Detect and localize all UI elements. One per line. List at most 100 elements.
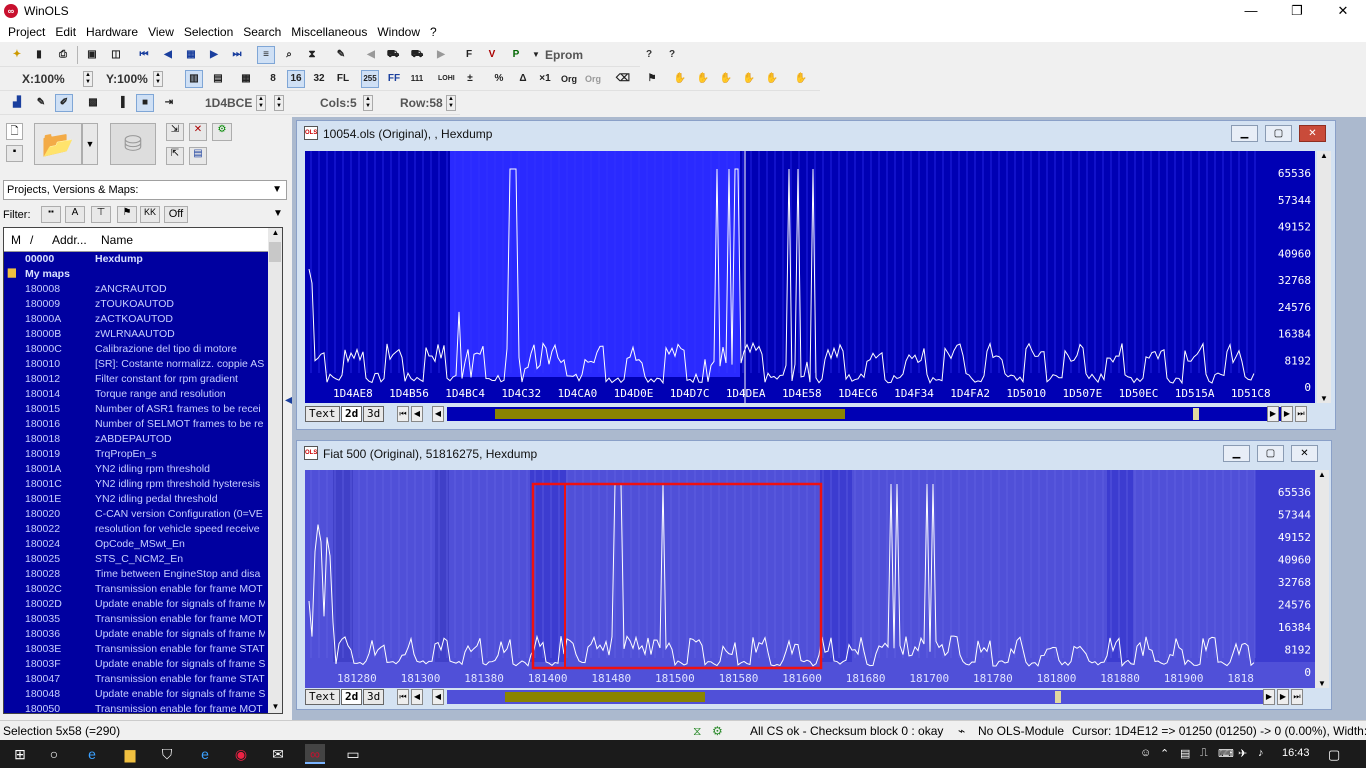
project-view-select[interactable]: Projects, Versions & Maps: ▼	[3, 180, 287, 200]
scroll-up-icon[interactable]: ▲	[1317, 151, 1331, 160]
windows-start-icon[interactable]: ⊞	[10, 744, 30, 764]
y-zoom-spinner[interactable]: ▲ ▼	[153, 71, 163, 87]
nav-next-icon[interactable]: ▶	[1277, 689, 1289, 705]
window-2-maximize-button[interactable]: ▢	[1257, 445, 1284, 462]
open-dropdown-icon[interactable]: ▼	[82, 123, 98, 165]
nav-prev-icon[interactable]: ◀	[411, 689, 423, 705]
tab-2d[interactable]: 2d	[341, 689, 363, 705]
dropdown-icon[interactable]: ▼	[527, 46, 545, 64]
map-list-item[interactable]: 180035 Transmission enable for frame MOT	[4, 612, 268, 627]
tab-3d[interactable]: 3d	[363, 406, 385, 422]
column-name[interactable]: Name	[101, 233, 133, 247]
back-icon[interactable]: ◀	[362, 46, 380, 64]
context-help-icon[interactable]: ?	[663, 46, 681, 64]
filter-bits-icon[interactable]: ▪▪	[41, 206, 61, 223]
color-icon[interactable]: ▩	[84, 94, 102, 112]
32bit-button[interactable]: 32	[310, 70, 328, 88]
filter-off-button[interactable]: Off	[164, 206, 188, 223]
address-spinner[interactable]: ▲ ▼	[256, 95, 266, 111]
mark4-icon[interactable]: ✋	[740, 70, 758, 88]
list-view-icon[interactable]: ≡	[257, 46, 275, 64]
nav-right-icon[interactable]: ▶	[1267, 406, 1279, 422]
flag-icon[interactable]: ⚑	[643, 70, 661, 88]
ie-icon[interactable]: e	[195, 744, 215, 764]
decimal-button[interactable]: 255	[361, 70, 379, 88]
map-list-item[interactable]: 180018 zABDEPAUTOD	[4, 432, 268, 447]
tools-x-icon[interactable]: ✕	[189, 123, 207, 141]
window-2-vscrollbar[interactable]: ▲ ▼	[1315, 470, 1329, 688]
hourglass-icon[interactable]: ⧗	[303, 46, 321, 64]
restore-button[interactable]: ❐	[1274, 0, 1320, 22]
address-spinner-2[interactable]: ▲ ▼	[274, 95, 284, 111]
hexdump-chart-2[interactable]: 65536 57344 49152 40960 32768 24576 16384 8192 0…	[305, 470, 1315, 688]
car-icon[interactable]: ⛟	[384, 46, 402, 64]
sign-icon[interactable]: ±	[461, 70, 479, 88]
save-icon[interactable]: ▪	[6, 145, 23, 162]
nav-left-icon[interactable]: ◀	[432, 406, 444, 422]
wand-icon[interactable]: ✦	[8, 46, 26, 64]
eprom-label[interactable]: Eprom	[545, 48, 583, 62]
scroll-up-icon[interactable]: ▲	[269, 228, 282, 241]
map-list-item[interactable]: 180024 OpCode_MSwt_En	[4, 537, 268, 552]
map-list-item[interactable]: 180016 Number of SELMOT frames to be re	[4, 417, 268, 432]
prev-icon[interactable]: ◀	[159, 46, 177, 64]
last-icon[interactable]: ⏭	[228, 46, 246, 64]
menu-selection[interactable]: Selection	[179, 22, 238, 42]
window-2-minimize-button[interactable]: ▁	[1223, 445, 1250, 462]
new-icon[interactable]: 🗋	[6, 123, 23, 140]
menu-help[interactable]: ?	[425, 22, 442, 42]
hexdump-chart-1[interactable]: 65536 57344 49152 40960 32768 24576 16384 8192 0…	[305, 151, 1315, 403]
map-list-item[interactable]: 180022 resolution for vehicle speed recei…	[4, 522, 268, 537]
menu-search[interactable]: Search	[238, 22, 286, 42]
filter-kk-icon[interactable]: KK	[140, 206, 160, 223]
nav-last-icon[interactable]: ⏭	[1295, 406, 1307, 422]
menu-project[interactable]: Project	[3, 22, 50, 42]
menu-window[interactable]: Window	[372, 22, 425, 42]
chrome-icon[interactable]: ◉	[231, 744, 251, 764]
8bit-button[interactable]: 8	[264, 70, 282, 88]
package-icon[interactable]: ⛁	[110, 123, 156, 165]
ascii-view-icon[interactable]: ▤	[209, 70, 227, 88]
binary-button[interactable]: 111	[408, 70, 426, 88]
nav-first-icon[interactable]: ⏮	[397, 689, 409, 705]
scroll-down-icon[interactable]: ▼	[1317, 394, 1331, 403]
filter-a-icon[interactable]: A	[65, 206, 85, 223]
nav-first-icon[interactable]: ⏮	[397, 406, 409, 422]
map-list-item[interactable]: 18003E Transmission enable for frame STAT	[4, 642, 268, 657]
winols-task-icon[interactable]: ∞	[305, 744, 325, 764]
import-icon[interactable]: ⇲	[166, 123, 184, 141]
map-list-item[interactable]: 180025 STS_C_NCM2_En	[4, 552, 268, 567]
map-list-item[interactable]: 18002C Transmission enable for frame MOT	[4, 582, 268, 597]
window-1-minimize-button[interactable]: ▁	[1231, 125, 1258, 142]
map-list-item[interactable]: 18001E YN2 idling pedal threshold	[4, 492, 268, 507]
export-icon[interactable]: ⇱	[166, 147, 184, 165]
tab-text[interactable]: Text	[305, 689, 340, 705]
window-1-maximize-button[interactable]: ▢	[1265, 125, 1292, 142]
help-icon[interactable]: ?	[640, 46, 658, 64]
filter-dropdown-icon[interactable]: ▼	[273, 208, 283, 219]
table-icon[interactable]: ▦	[237, 70, 255, 88]
grid-icon[interactable]: ▦	[182, 46, 200, 64]
map-list-item[interactable]: 180010 [SR]: Costante normalizz. coppie A…	[4, 357, 268, 372]
column-address[interactable]: Addr...	[52, 233, 87, 247]
map-list-item[interactable]: 180036 Update enable for signals of frame…	[4, 627, 268, 642]
next-icon[interactable]: ▶	[205, 46, 223, 64]
window-1-vscrollbar[interactable]: ▲ ▼	[1317, 151, 1331, 403]
mark2-icon[interactable]: ✋	[694, 70, 712, 88]
filter-flag-icon[interactable]: ⚑	[117, 206, 137, 223]
nav-prev-icon[interactable]: ◀	[411, 406, 423, 422]
original-percent-button[interactable]: Org	[582, 70, 604, 88]
filter-table-icon[interactable]: ⊤	[91, 206, 111, 223]
map-list-item[interactable]: 18001A YN2 idling rpm threshold	[4, 462, 268, 477]
compare-icon[interactable]: ◫	[107, 46, 125, 64]
search-icon[interactable]: ○	[44, 744, 64, 764]
16bit-button[interactable]: 16	[287, 70, 305, 88]
car2-icon[interactable]: ⛟	[408, 46, 426, 64]
lohi-button[interactable]: LOHI	[437, 70, 455, 88]
nav-left-icon[interactable]: ◀	[432, 689, 444, 705]
window-icon[interactable]: ▣	[83, 46, 101, 64]
window-2-close-button[interactable]: ✕	[1291, 445, 1318, 462]
eraser-icon[interactable]: ⌫	[614, 70, 632, 88]
p-icon[interactable]: P	[507, 46, 525, 64]
forward-icon[interactable]: ▶	[432, 46, 450, 64]
